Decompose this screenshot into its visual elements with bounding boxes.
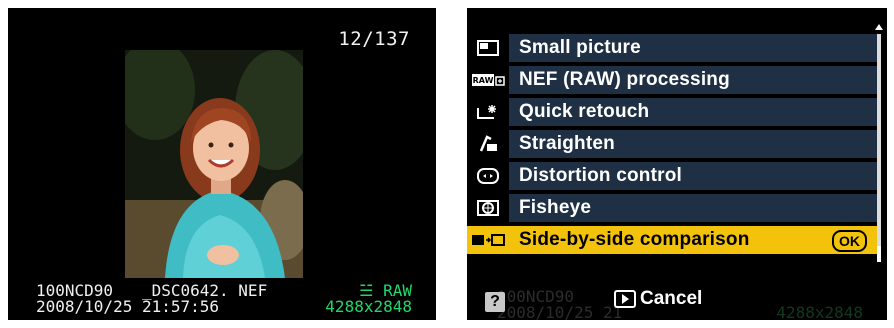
- nef-raw-processing-icon: RAW: [467, 66, 509, 94]
- menu-item-quick-retouch[interactable]: Quick retouch: [467, 98, 877, 126]
- ghost-date-row: 2008/10/25 21: [497, 304, 622, 320]
- help-button[interactable]: ?: [485, 292, 505, 312]
- date-time-row: 2008/10/25 21:57:56: [36, 298, 219, 315]
- menu-item-nef-raw-processing[interactable]: RAW NEF (RAW) processing: [467, 66, 877, 94]
- menu-item-small-picture[interactable]: Small picture: [467, 34, 877, 62]
- ghost-date: 2008/10/25: [497, 303, 594, 320]
- menu-scrollbar[interactable]: [877, 34, 881, 262]
- menu-item-fisheye[interactable]: Fisheye: [467, 194, 877, 222]
- menu-item-label: NEF (RAW) processing: [519, 69, 730, 90]
- frame-counter: 12/137: [338, 28, 410, 50]
- scroll-up-arrow-icon: [875, 24, 883, 30]
- quick-retouch-icon: [467, 98, 509, 126]
- menu-item-label: Quick retouch: [519, 101, 650, 122]
- ok-button[interactable]: OK: [832, 230, 867, 252]
- girl-portrait-image: [125, 50, 303, 278]
- menu-item-distortion-control[interactable]: Distortion control: [467, 162, 877, 190]
- menu-item-label: Side-by-side comparison: [519, 229, 750, 250]
- cancel-label: Cancel: [640, 288, 703, 309]
- image-size: 4288x2848: [325, 297, 412, 316]
- menu-item-label: Straighten: [519, 133, 615, 154]
- menu-item-side-by-side-comparison[interactable]: Side-by-side comparison OK: [467, 226, 877, 254]
- time: 21:57:56: [141, 297, 220, 316]
- menu-item-label: Small picture: [519, 37, 641, 58]
- menu-item-straighten[interactable]: Straighten: [467, 130, 877, 158]
- playback-screen: 12/137 100NCD90 _DSC0642. NEF 2008/10/25…: [8, 8, 436, 320]
- straighten-icon: [467, 130, 509, 158]
- photo-preview: [125, 50, 303, 278]
- menu-item-label: Fisheye: [519, 197, 592, 218]
- fisheye-icon: [467, 194, 509, 222]
- date: 2008/10/25: [36, 297, 133, 316]
- retouch-menu-list: Small picture RAW NEF (RAW) processing Q…: [467, 34, 877, 258]
- small-picture-icon: [467, 34, 509, 62]
- playback-button-icon: [614, 290, 636, 308]
- svg-text:RAW: RAW: [473, 76, 494, 85]
- side-by-side-icon: [467, 226, 509, 254]
- ghost-size: 4288x2848: [776, 303, 863, 320]
- menu-item-label: Distortion control: [519, 165, 682, 186]
- scrollbar-thumb[interactable]: [877, 246, 881, 262]
- retouch-menu-screen: Small picture RAW NEF (RAW) processing Q…: [467, 8, 887, 320]
- distortion-control-icon: [467, 162, 509, 190]
- cancel-button[interactable]: Cancel: [614, 288, 702, 310]
